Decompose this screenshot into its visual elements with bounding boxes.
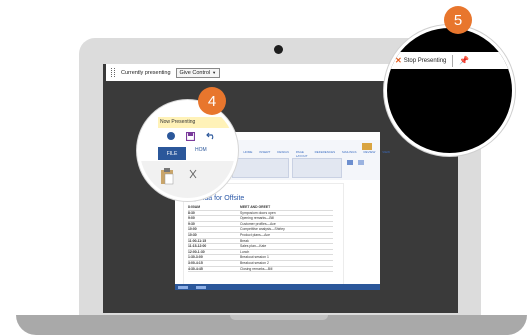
pin-icon[interactable]: 📌 (459, 56, 469, 65)
ribbon-tab[interactable]: VIEW (382, 150, 390, 156)
laptop-base-notch (230, 315, 328, 320)
give-control-dropdown[interactable]: Give Control ▼ (175, 67, 221, 78)
page-count-indicator (178, 285, 188, 289)
dropdown-arrow-icon: ▼ (212, 70, 217, 75)
find-icon[interactable] (358, 160, 364, 165)
styles-icon[interactable] (347, 160, 353, 165)
tab-file[interactable]: FILE (158, 147, 186, 160)
ribbon-tab[interactable]: MAILINGS (342, 150, 356, 156)
save-icon[interactable] (186, 132, 195, 141)
agenda-table: 8:00AM MEET AND GREET 8:30 Symposium doors… (188, 205, 333, 273)
ribbon-tab[interactable]: DESIGN (277, 150, 289, 156)
undo-icon[interactable] (206, 132, 216, 140)
ribbon-font-group (232, 158, 289, 178)
step-4-badge: 4 (198, 87, 226, 115)
paste-icon[interactable] (160, 167, 174, 185)
give-control-label: Give Control (179, 69, 211, 76)
step-5-badge: 5 (444, 6, 472, 34)
user-avatar (362, 143, 372, 150)
ribbon-tab[interactable]: REVIEW (363, 150, 375, 156)
document-status-bar (175, 284, 380, 290)
presenting-toolbar: Currently presenting Give Control ▼ (106, 64, 406, 81)
toolbar-divider (452, 54, 454, 67)
ribbon-tab[interactable]: PAGE LAYOUT (296, 150, 308, 158)
ribbon-paragraph-group (292, 158, 342, 178)
stop-presenting-label: Stop Presenting (403, 57, 447, 64)
close-x-icon: ✕ (395, 56, 402, 65)
ribbon-tab[interactable]: INSERT (259, 150, 270, 156)
cut-icon[interactable] (188, 169, 198, 179)
table-row: 4:30-4:45 Closing remarks—Bill (188, 267, 333, 273)
tab-home[interactable]: HOM (195, 147, 207, 153)
stop-presenting-bar: ✕ Stop Presenting 📌 (387, 52, 512, 69)
camera-icon (274, 45, 283, 54)
currently-presenting-label: Currently presenting (121, 69, 171, 76)
grip-icon[interactable] (111, 68, 115, 77)
now-presenting-banner: Now Presenting (158, 117, 235, 128)
skype-icon[interactable] (166, 131, 176, 141)
ribbon-clipboard-area (140, 161, 235, 198)
magnifier-right: ✕ Stop Presenting 📌 (384, 25, 515, 156)
quick-access-toolbar (140, 128, 235, 148)
stop-presenting-button[interactable]: ✕ Stop Presenting (395, 56, 446, 65)
ribbon-tab[interactable]: HOME (243, 150, 252, 156)
magnifier-left: Now Presenting FILE HOM (137, 100, 238, 201)
word-count-indicator (196, 285, 206, 289)
ribbon-tabs: FILE HOME INSERT DESIGN PAGE LAYOUT REFE… (230, 150, 390, 158)
ribbon-tab[interactable]: REFERENCES (315, 150, 336, 156)
